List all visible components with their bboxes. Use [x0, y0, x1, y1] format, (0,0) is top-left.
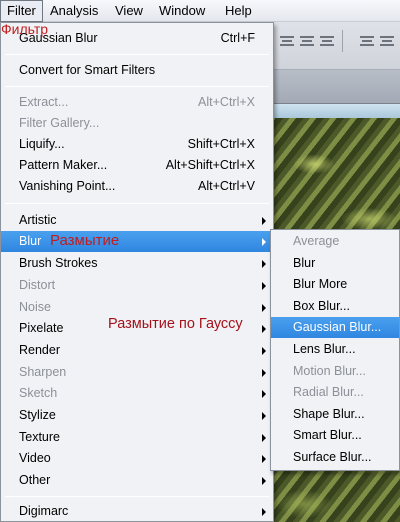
submenu-arrow-icon	[262, 347, 266, 355]
submenu-arrow-icon	[262, 325, 266, 333]
align-left-icon[interactable]	[360, 34, 374, 48]
submenu-item-smart-blur[interactable]: Smart Blur...	[271, 425, 399, 446]
menu-item-label: Stylize	[19, 408, 56, 422]
submenu-arrow-icon	[262, 304, 266, 312]
filter-menu: Gaussian Blur Ctrl+F Convert for Smart F…	[0, 22, 274, 522]
menu-item-artistic[interactable]: Artistic	[1, 210, 273, 231]
annotation-filter: Фильтр	[1, 21, 49, 37]
menu-item-shortcut: Ctrl+F	[220, 31, 255, 45]
menu-item-label: Noise	[19, 300, 51, 314]
align-center-icon[interactable]	[380, 34, 394, 48]
menu-separator	[5, 203, 269, 204]
menu-item-label: Sharpen	[19, 365, 67, 379]
submenu-arrow-icon	[262, 412, 266, 420]
menu-item-other[interactable]: Other	[1, 470, 273, 491]
submenu-item-box-blur[interactable]: Box Blur...	[271, 296, 399, 317]
menu-item-digimarc[interactable]: Digimarc	[1, 501, 273, 522]
submenu-arrow-icon	[262, 390, 266, 398]
blur-submenu: Average Blur Blur More Box Blur... Gauss…	[270, 229, 400, 471]
menubar-item-help[interactable]: Help	[219, 0, 258, 22]
options-toolbar	[274, 22, 400, 70]
submenu-arrow-icon	[262, 369, 266, 377]
document-tab-bar	[274, 70, 400, 104]
canvas-sky-strip	[274, 104, 400, 118]
submenu-item-motion-blur[interactable]: Motion Blur...	[271, 361, 399, 382]
menu-item-label: Digimarc	[19, 504, 69, 518]
menu-item-extract[interactable]: Extract... Alt+Ctrl+X	[1, 92, 273, 113]
menu-separator	[5, 86, 269, 87]
annotation-blur: Размытие	[50, 232, 120, 249]
submenu-arrow-icon	[262, 455, 266, 463]
submenu-item-lens-blur[interactable]: Lens Blur...	[271, 339, 399, 360]
menu-item-label: Texture	[19, 430, 60, 444]
menu-item-label: Pattern Maker...	[19, 158, 108, 172]
menu-item-shortcut: Shift+Ctrl+X	[187, 137, 255, 151]
menu-item-liquify[interactable]: Liquify... Shift+Ctrl+X	[1, 134, 273, 155]
menu-item-video[interactable]: Video	[1, 448, 273, 469]
menu-item-filter-gallery[interactable]: Filter Gallery...	[1, 113, 273, 134]
menu-item-noise[interactable]: Noise	[1, 297, 273, 318]
annotation-gaussian-blur: Размытие по Гауссу	[108, 316, 243, 332]
menu-item-label: Extract...	[19, 95, 69, 109]
submenu-arrow-icon	[262, 217, 266, 225]
menu-item-texture[interactable]: Texture	[1, 427, 273, 448]
menu-item-stylize[interactable]: Stylize	[1, 405, 273, 426]
menu-item-label: Blur	[19, 234, 42, 248]
menubar: Filter Analysis View Window Help	[0, 0, 400, 22]
menubar-item-view[interactable]: View	[109, 0, 149, 22]
menubar-item-window[interactable]: Window	[153, 0, 211, 22]
menu-item-pattern-maker[interactable]: Pattern Maker... Alt+Shift+Ctrl+X	[1, 155, 273, 176]
menu-item-label: Artistic	[19, 213, 57, 227]
menu-item-distort[interactable]: Distort	[1, 275, 273, 296]
menu-item-label: Brush Strokes	[19, 256, 98, 270]
menu-item-sketch[interactable]: Sketch	[1, 383, 273, 404]
menu-separator	[5, 54, 269, 55]
menu-item-label: Pixelate	[19, 321, 64, 335]
menu-item-vanishing-point[interactable]: Vanishing Point... Alt+Ctrl+V	[1, 176, 273, 197]
menu-item-label: Convert for Smart Filters	[19, 63, 156, 77]
toolbar-divider	[342, 30, 343, 52]
menu-item-shortcut: Alt+Shift+Ctrl+X	[165, 158, 255, 172]
submenu-arrow-icon	[262, 260, 266, 268]
submenu-arrow-icon	[262, 508, 266, 516]
submenu-arrow-icon	[262, 477, 266, 485]
menu-item-label: Sketch	[19, 386, 58, 400]
menu-item-blur[interactable]: Blur	[1, 231, 273, 252]
menu-item-label: Render	[19, 343, 60, 357]
align-left-icon[interactable]	[280, 34, 294, 48]
submenu-item-shape-blur[interactable]: Shape Blur...	[271, 404, 399, 425]
submenu-item-surface-blur[interactable]: Surface Blur...	[271, 447, 399, 468]
submenu-item-blur-more[interactable]: Blur More	[271, 274, 399, 295]
submenu-item-average[interactable]: Average	[271, 231, 399, 252]
submenu-item-gaussian-blur[interactable]: Gaussian Blur...	[271, 317, 399, 338]
menu-item-label: Other	[19, 473, 51, 487]
menu-item-convert-smart-filters[interactable]: Convert for Smart Filters	[1, 60, 273, 81]
submenu-arrow-icon	[262, 434, 266, 442]
submenu-arrow-icon	[262, 282, 266, 290]
align-center-icon[interactable]	[300, 34, 314, 48]
menubar-item-analysis[interactable]: Analysis	[44, 0, 104, 22]
menu-item-label: Video	[19, 451, 51, 465]
menu-item-shortcut: Alt+Ctrl+V	[198, 179, 255, 193]
menu-item-label: Liquify...	[19, 137, 65, 151]
menubar-item-filter[interactable]: Filter	[0, 0, 43, 22]
menu-item-label: Filter Gallery...	[19, 116, 100, 130]
menu-item-label: Distort	[19, 278, 56, 292]
submenu-item-radial-blur[interactable]: Radial Blur...	[271, 382, 399, 403]
menu-item-brush-strokes[interactable]: Brush Strokes	[1, 253, 273, 274]
submenu-arrow-icon	[262, 238, 266, 246]
menu-item-shortcut: Alt+Ctrl+X	[198, 95, 255, 109]
menu-item-label: Vanishing Point...	[19, 179, 116, 193]
align-right-icon[interactable]	[320, 34, 334, 48]
menu-separator	[5, 496, 269, 497]
menu-item-sharpen[interactable]: Sharpen	[1, 362, 273, 383]
menu-item-render[interactable]: Render	[1, 340, 273, 361]
submenu-item-blur[interactable]: Blur	[271, 253, 399, 274]
